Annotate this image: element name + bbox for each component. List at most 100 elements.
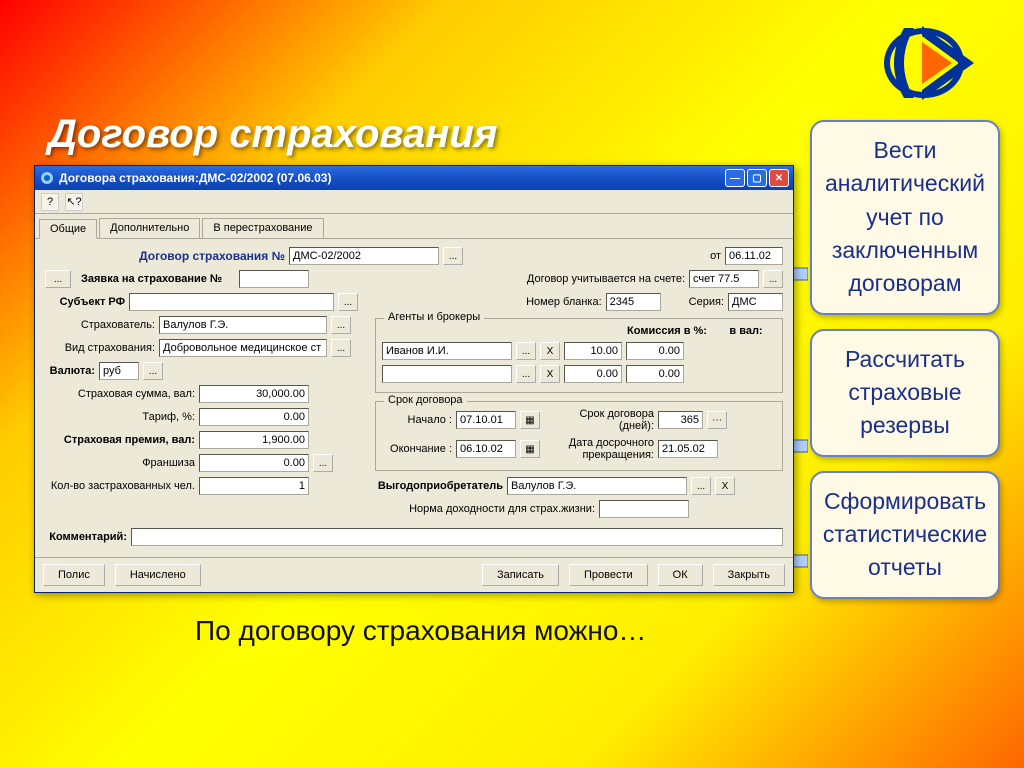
comment-label: Комментарий: bbox=[45, 531, 127, 543]
currency-field[interactable]: руб bbox=[99, 362, 139, 380]
agents-group-title: Агенты и брокеры bbox=[384, 311, 484, 323]
end-field[interactable]: 06.10.02 bbox=[456, 440, 516, 458]
premium-field[interactable]: 1,900.00 bbox=[199, 431, 309, 449]
beneficiary-field[interactable]: Валулов Г.Э. bbox=[507, 477, 687, 495]
beneficiary-lookup[interactable]: ... bbox=[691, 477, 711, 495]
agents-group: Агенты и брокеры Комиссия в %: в вал: Ив… bbox=[375, 318, 783, 393]
side-box-reserves: Рассчитать страховые резервы bbox=[810, 329, 1000, 457]
persons-field[interactable]: 1 bbox=[199, 477, 309, 495]
insurer-lookup[interactable]: ... bbox=[331, 316, 351, 334]
series-label: Серия: bbox=[689, 296, 724, 308]
help-button[interactable]: ? bbox=[41, 193, 59, 211]
end-cal[interactable]: ▦ bbox=[520, 440, 540, 458]
inval-label: в вал: bbox=[716, 325, 776, 337]
start-cal[interactable]: ▦ bbox=[520, 411, 540, 429]
tab-additional[interactable]: Дополнительно bbox=[99, 218, 200, 238]
subject-label: Субъект РФ bbox=[45, 296, 125, 308]
agent1-field[interactable]: Иванов И.И. bbox=[382, 342, 512, 360]
application-no-field[interactable] bbox=[239, 270, 309, 288]
ok-button[interactable]: ОК bbox=[658, 564, 703, 586]
sum-field[interactable]: 30,000.00 bbox=[199, 385, 309, 403]
franchise-lookup[interactable]: ... bbox=[313, 454, 333, 472]
account-lookup[interactable]: ... bbox=[763, 270, 783, 288]
agent2-pct-field[interactable]: 0.00 bbox=[564, 365, 622, 383]
days-calc[interactable]: ⋯ bbox=[707, 411, 727, 429]
side-panel: Вести аналитический учет по заключенным … bbox=[810, 120, 1000, 599]
type-lookup[interactable]: ... bbox=[331, 339, 351, 357]
titlebar[interactable]: Договора страхования:ДМС-02/2002 (07.06.… bbox=[35, 166, 793, 190]
contract-no-label: Договор страхования № bbox=[45, 249, 285, 263]
account-label: Договор учитывается на счете: bbox=[527, 273, 685, 285]
sum-label: Страховая сумма, вал: bbox=[45, 388, 195, 400]
type-field[interactable]: Добровольное медицинское ст bbox=[159, 339, 327, 357]
days-field[interactable]: 365 bbox=[658, 411, 703, 429]
from-date-field[interactable]: 06.11.02 bbox=[725, 247, 783, 265]
blank-field[interactable]: 2345 bbox=[606, 293, 661, 311]
comment-field[interactable] bbox=[131, 528, 783, 546]
earlyterm-label: Дата досрочного прекращения: bbox=[544, 437, 654, 461]
term-group-title: Срок договора bbox=[384, 394, 467, 406]
tabs: Общие Дополнительно В перестрахование bbox=[35, 214, 793, 239]
currency-lookup[interactable]: ... bbox=[143, 362, 163, 380]
beneficiary-label: Выгодоприобретатель bbox=[375, 480, 503, 492]
application-lookup-btn[interactable]: ... bbox=[45, 270, 71, 288]
account-field[interactable]: счет 77.5 bbox=[689, 270, 759, 288]
agent1-val-field[interactable]: 0.00 bbox=[626, 342, 684, 360]
button-bar: Полис Начислено Записать Провести ОК Зак… bbox=[35, 557, 793, 592]
side-box-analytics: Вести аналитический учет по заключенным … bbox=[810, 120, 1000, 315]
days-label: Срок договора (дней): bbox=[544, 408, 654, 432]
pointer-help-button[interactable]: ↖? bbox=[65, 193, 83, 211]
series-field[interactable]: ДМС bbox=[728, 293, 783, 311]
contract-no-field[interactable]: ДМС-02/2002 bbox=[289, 247, 439, 265]
commission-label: Комиссия в %: bbox=[622, 325, 712, 337]
term-group: Срок договора Начало : 07.10.01 ▦ Срок д… bbox=[375, 401, 783, 471]
slide-caption: По договору страхования можно… bbox=[195, 615, 646, 647]
persons-label: Кол-во застрахованных чел. bbox=[45, 480, 195, 492]
side-box-reports: Сформировать статистические отчеты bbox=[810, 471, 1000, 599]
agent2-val-field[interactable]: 0.00 bbox=[626, 365, 684, 383]
tariff-label: Тариф, %: bbox=[45, 411, 195, 423]
type-label: Вид страхования: bbox=[45, 342, 155, 354]
close-button[interactable]: ✕ bbox=[769, 169, 789, 187]
application-label: Заявка на страхование № bbox=[75, 273, 235, 285]
franchise-label: Франшиза bbox=[45, 457, 195, 469]
agent1-clear[interactable]: X bbox=[540, 342, 560, 360]
company-logo bbox=[864, 18, 984, 108]
agent1-pct-field[interactable]: 10.00 bbox=[564, 342, 622, 360]
tariff-field[interactable]: 0.00 bbox=[199, 408, 309, 426]
profit-field[interactable] bbox=[599, 500, 689, 518]
maximize-button[interactable]: ▢ bbox=[747, 169, 767, 187]
agent2-clear[interactable]: X bbox=[540, 365, 560, 383]
insurer-field[interactable]: Валулов Г.Э. bbox=[159, 316, 327, 334]
end-label: Окончание : bbox=[382, 443, 452, 455]
policy-button[interactable]: Полис bbox=[43, 564, 105, 586]
accrued-button[interactable]: Начислено bbox=[115, 564, 201, 586]
form-body: Договор страхования № ДМС-02/2002 ... от… bbox=[35, 239, 793, 557]
franchise-field[interactable]: 0.00 bbox=[199, 454, 309, 472]
beneficiary-clear[interactable]: X bbox=[715, 477, 735, 495]
subject-field[interactable] bbox=[129, 293, 334, 311]
blank-label: Номер бланка: bbox=[526, 296, 602, 308]
start-label: Начало : bbox=[382, 414, 452, 426]
app-window: Договора страхования:ДМС-02/2002 (07.06.… bbox=[34, 165, 794, 593]
insurer-label: Страхователь: bbox=[45, 319, 155, 331]
post-button[interactable]: Провести bbox=[569, 564, 648, 586]
agent2-field[interactable] bbox=[382, 365, 512, 383]
agent1-lookup[interactable]: ... bbox=[516, 342, 536, 360]
contract-no-lookup[interactable]: ... bbox=[443, 247, 463, 265]
subject-lookup[interactable]: ... bbox=[338, 293, 358, 311]
tab-reinsurance[interactable]: В перестрахование bbox=[202, 218, 323, 238]
minimize-button[interactable]: — bbox=[725, 169, 745, 187]
profit-label: Норма доходности для страх.жизни: bbox=[375, 503, 595, 515]
from-label: от bbox=[710, 250, 721, 262]
earlyterm-field[interactable]: 21.05.02 bbox=[658, 440, 718, 458]
start-field[interactable]: 07.10.01 bbox=[456, 411, 516, 429]
save-button[interactable]: Записать bbox=[482, 564, 559, 586]
currency-label: Валюта: bbox=[45, 365, 95, 377]
slide-title: Договор страхования bbox=[48, 112, 497, 157]
window-title: Договора страхования:ДМС-02/2002 (07.06.… bbox=[59, 171, 723, 185]
premium-label: Страховая премия, вал: bbox=[45, 434, 195, 446]
tab-general[interactable]: Общие bbox=[39, 219, 97, 239]
close-form-button[interactable]: Закрыть bbox=[713, 564, 785, 586]
agent2-lookup[interactable]: ... bbox=[516, 365, 536, 383]
